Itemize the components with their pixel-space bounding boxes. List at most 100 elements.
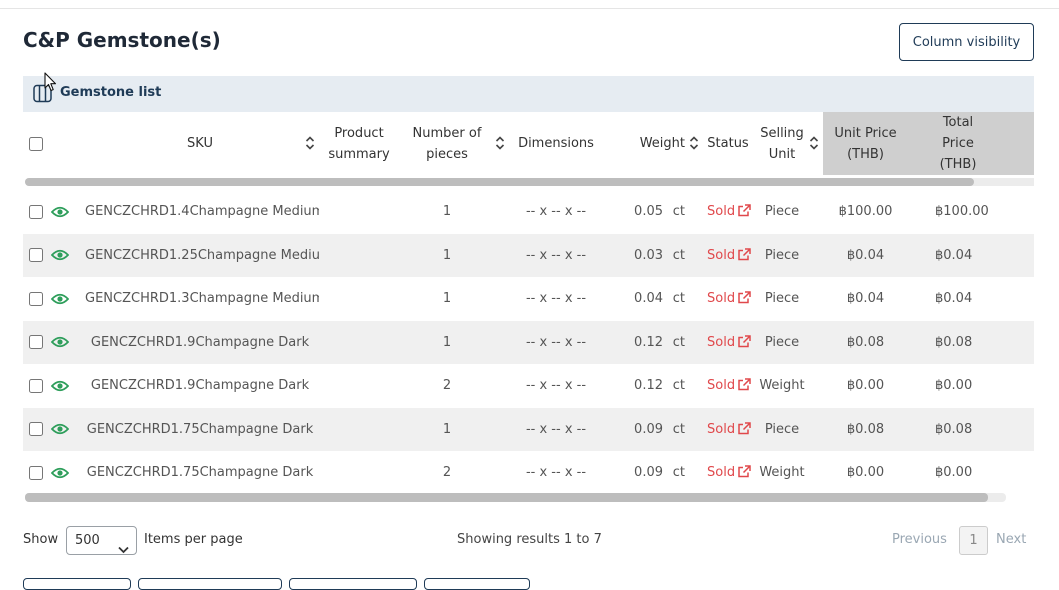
- table-row[interactable]: GENCZCHRD1.25Champagne Medium 1 -- x -- x …: [23, 233, 1034, 277]
- row-view-cell[interactable]: [51, 364, 81, 408]
- pieces-cell: 1: [399, 233, 509, 277]
- header-select-all[interactable]: [23, 112, 51, 175]
- action-button[interactable]: [424, 578, 530, 590]
- sku-cell: GENCZCHRD1.9Champagne Dark: [90, 378, 310, 394]
- status-cell[interactable]: Sold: [703, 451, 753, 495]
- table-row[interactable]: GENCZCHRD1.4Champagne Medium 1 -- x -- x -…: [23, 190, 1034, 234]
- row-checkbox[interactable]: [29, 248, 43, 263]
- header-weight[interactable]: Weight: [603, 112, 703, 175]
- table-row[interactable]: GENCZCHRD1.9Champagne Dark 2 -- x -- x -- 0…: [23, 364, 1034, 408]
- sku-cell: GENCZCHRD1.25Champagne Medium: [81, 233, 319, 277]
- items-per-page-select[interactable]: 500: [66, 526, 137, 555]
- items-per-page-label: Items per page: [144, 532, 243, 547]
- eye-icon[interactable]: [51, 467, 70, 479]
- row-view-cell[interactable]: [51, 451, 81, 495]
- selling-unit-cell: Piece: [753, 233, 823, 277]
- pieces-cell: 2: [442, 378, 452, 394]
- row-select-cell[interactable]: [23, 451, 51, 495]
- header-total-price: Total Price (THB): [908, 112, 1034, 175]
- status-cell[interactable]: Sold: [703, 190, 753, 234]
- table-row[interactable]: GENCZCHRD1.75Champagne Dark 2 -- x -- x --…: [23, 451, 1034, 495]
- status-cell[interactable]: Sold: [703, 277, 753, 321]
- row-select-cell[interactable]: [23, 364, 51, 408]
- status-label: Sold: [707, 378, 736, 394]
- status-sold-link[interactable]: Sold: [707, 248, 751, 263]
- row-view-cell[interactable]: [51, 277, 81, 321]
- header-unit-price-label: Unit Price (THB): [834, 125, 897, 162]
- action-button[interactable]: [23, 578, 131, 590]
- dimensions-cell: -- x -- x --: [525, 378, 587, 394]
- page-number-button[interactable]: 1: [959, 526, 988, 555]
- pieces-cell: 1: [442, 291, 452, 307]
- row-view-cell[interactable]: [51, 320, 81, 364]
- weight-value: 0.03: [634, 247, 663, 263]
- eye-icon[interactable]: [51, 206, 70, 218]
- previous-page-link[interactable]: Previous: [892, 532, 947, 547]
- dimensions-cell: -- x -- x --: [509, 320, 603, 364]
- row-checkbox[interactable]: [29, 204, 43, 219]
- status-cell[interactable]: Sold: [703, 233, 753, 277]
- status-sold-link[interactable]: Sold: [707, 291, 751, 306]
- weight-cell: 0.04 ct: [603, 277, 703, 321]
- header-selling-unit[interactable]: Selling Unit: [753, 112, 823, 175]
- eye-icon[interactable]: [51, 336, 70, 348]
- row-checkbox[interactable]: [29, 291, 43, 306]
- sort-icon[interactable]: [809, 135, 819, 151]
- sort-icon[interactable]: [495, 135, 505, 151]
- table-row[interactable]: GENCZCHRD1.9Champagne Dark 1 -- x -- x -- 0…: [23, 320, 1034, 364]
- items-per-page-value: 500: [75, 533, 100, 548]
- status-sold-link[interactable]: Sold: [707, 422, 751, 437]
- row-checkbox[interactable]: [29, 378, 43, 393]
- status-sold-link[interactable]: Sold: [707, 204, 751, 219]
- status-label: Sold: [707, 421, 736, 437]
- weight-value: 0.12: [634, 378, 663, 394]
- status-cell[interactable]: Sold: [703, 320, 753, 364]
- row-checkbox[interactable]: [29, 465, 43, 480]
- header-status-label: Status: [707, 136, 749, 151]
- header-dimensions: Dimensions: [509, 112, 603, 175]
- select-all-checkbox[interactable]: [29, 136, 43, 151]
- unit-price-cell: ฿0.00: [846, 378, 885, 394]
- weight-unit: ct: [672, 421, 685, 437]
- row-checkbox[interactable]: [29, 422, 43, 437]
- row-select-cell[interactable]: [23, 277, 51, 321]
- status-sold-link[interactable]: Sold: [707, 378, 751, 393]
- row-checkbox[interactable]: [29, 335, 43, 350]
- unit-price-cell: ฿0.04: [846, 291, 885, 307]
- header-pieces[interactable]: Number of pieces: [399, 112, 509, 175]
- external-link-icon: [738, 422, 751, 434]
- header-dimensions-label: Dimensions: [518, 136, 594, 151]
- eye-icon[interactable]: [51, 423, 70, 435]
- sort-icon[interactable]: [689, 135, 699, 151]
- weight-value: 0.09: [634, 421, 663, 437]
- row-view-cell[interactable]: [51, 190, 81, 234]
- horizontal-scrollbar-top[interactable]: [25, 178, 1034, 186]
- status-label: Sold: [707, 465, 736, 481]
- action-button[interactable]: [138, 578, 282, 590]
- horizontal-scrollbar-bottom[interactable]: [25, 493, 1006, 502]
- column-visibility-button[interactable]: Column visibility: [899, 23, 1034, 61]
- header-sku[interactable]: SKU: [81, 112, 319, 175]
- sort-icon[interactable]: [305, 135, 315, 151]
- scrollbar-thumb[interactable]: [25, 178, 974, 186]
- status-cell[interactable]: Sold: [703, 364, 753, 408]
- scrollbar-thumb[interactable]: [25, 493, 988, 502]
- next-page-link[interactable]: Next: [996, 532, 1026, 547]
- table-row[interactable]: GENCZCHRD1.75Champagne Dark 1 -- x -- x --…: [23, 407, 1034, 451]
- eye-icon[interactable]: [51, 293, 70, 305]
- table-row[interactable]: GENCZCHRD1.3Champagne Medium 1 -- x -- x -…: [23, 277, 1034, 321]
- row-select-cell[interactable]: [23, 407, 51, 451]
- status-sold-link[interactable]: Sold: [707, 465, 751, 480]
- eye-icon[interactable]: [51, 249, 70, 261]
- weight-value: 0.05: [634, 204, 663, 220]
- row-select-cell[interactable]: [23, 233, 51, 277]
- action-button[interactable]: [289, 578, 417, 590]
- product-summary-cell: [319, 320, 399, 364]
- status-cell[interactable]: Sold: [703, 407, 753, 451]
- row-select-cell[interactable]: [23, 320, 51, 364]
- row-view-cell[interactable]: [51, 407, 81, 451]
- row-select-cell[interactable]: [23, 190, 51, 234]
- row-view-cell[interactable]: [51, 233, 81, 277]
- eye-icon[interactable]: [51, 380, 70, 392]
- status-sold-link[interactable]: Sold: [707, 335, 751, 350]
